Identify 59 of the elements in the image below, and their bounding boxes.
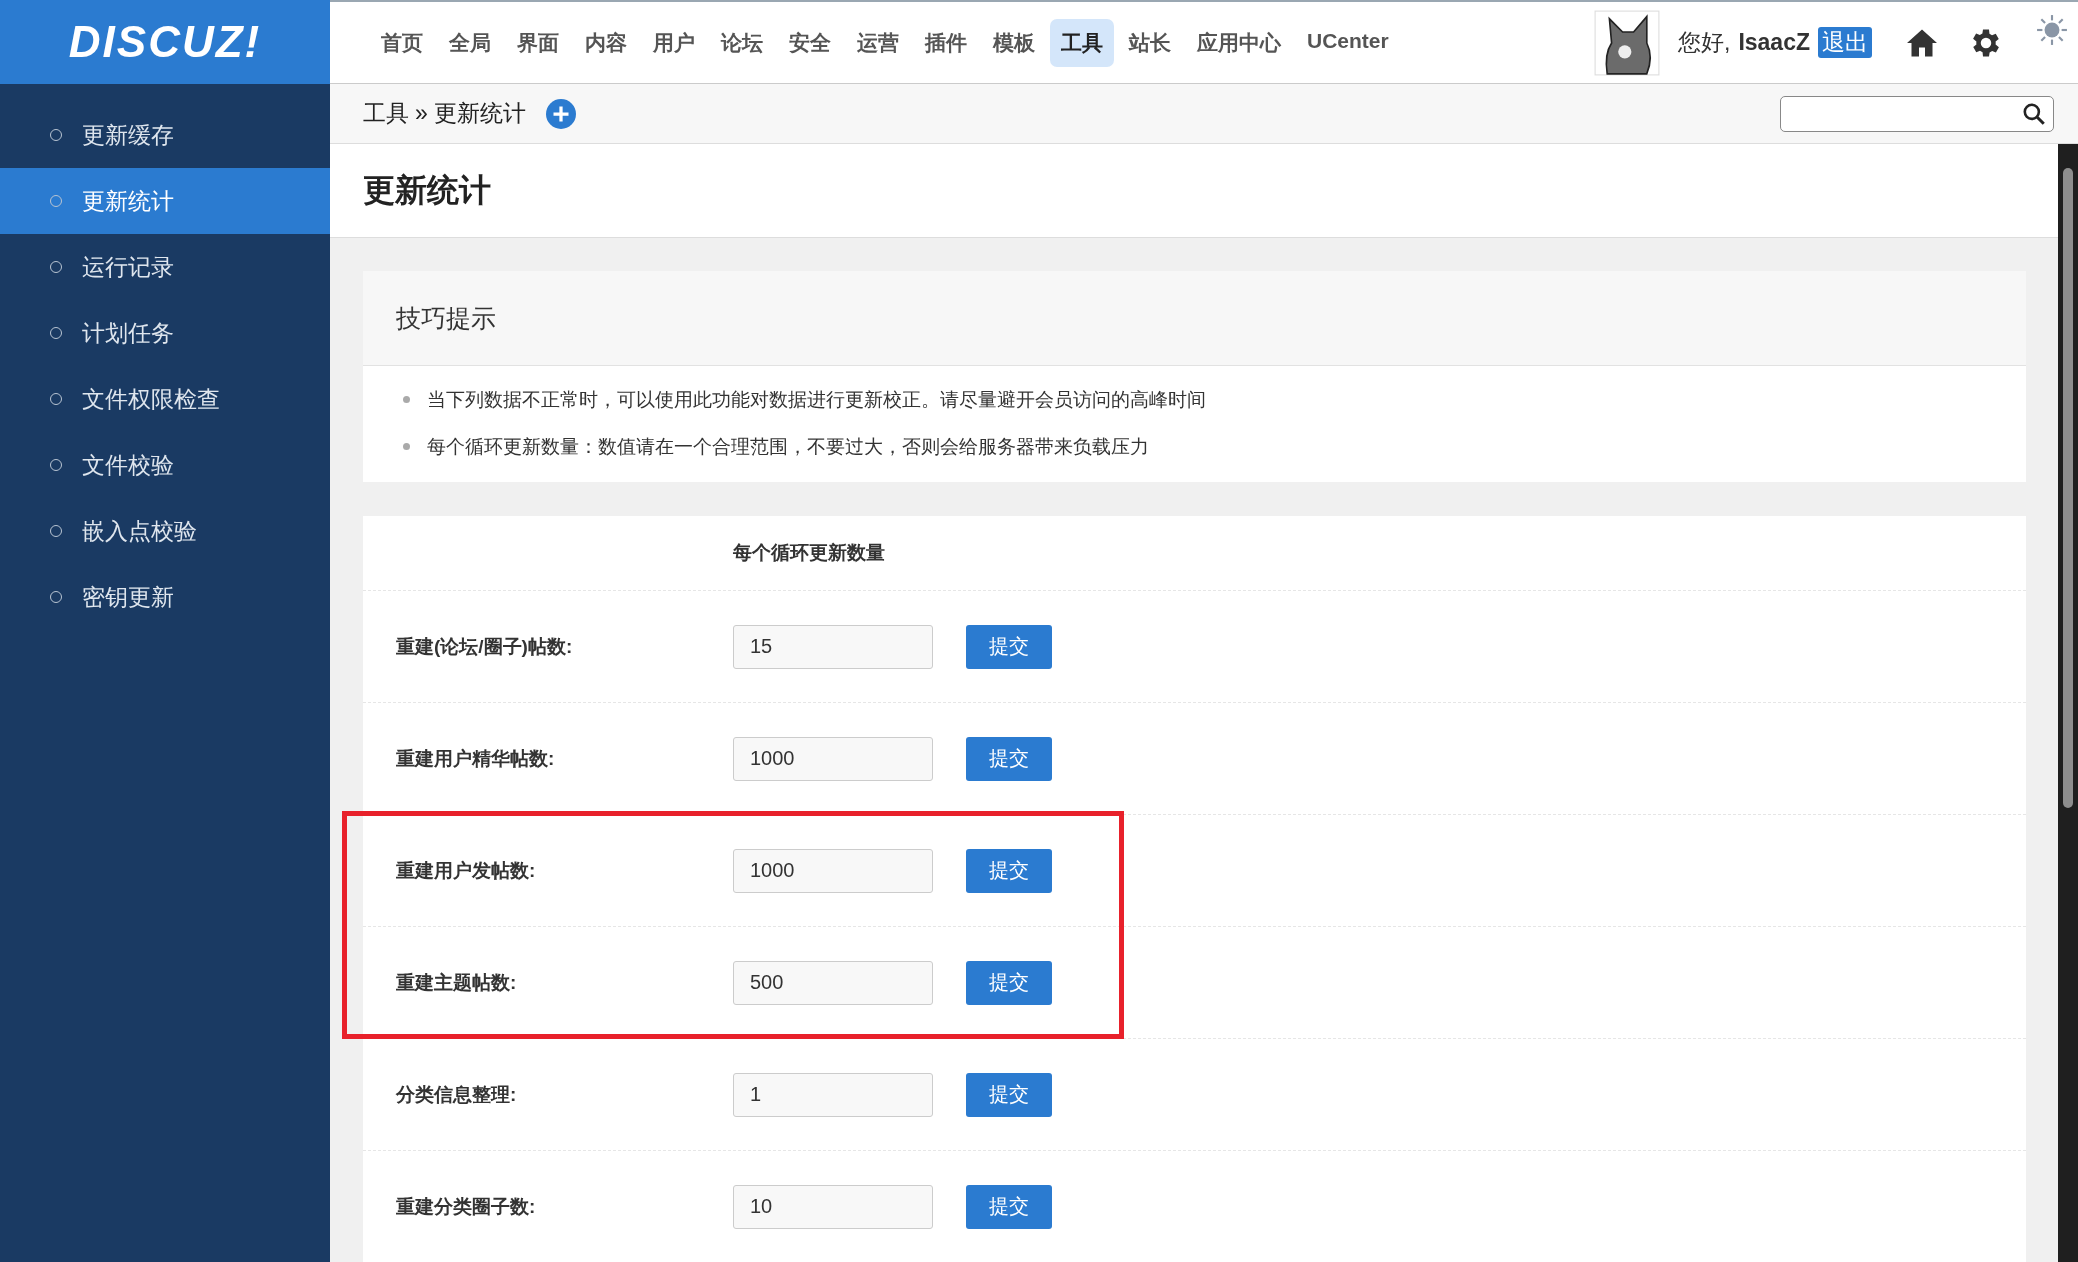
row-label: 重建(论坛/圈子)帖数:	[396, 634, 574, 659]
username: IsaacZ	[1738, 29, 1810, 56]
avatar-icon	[1594, 9, 1660, 76]
nav-tab[interactable]: 站长	[1118, 18, 1182, 67]
nav-tab[interactable]: 界面	[506, 18, 570, 67]
nav-tab[interactable]: 安全	[778, 18, 842, 67]
sidebar-item[interactable]: 密钥更新	[0, 564, 330, 630]
nav-tab[interactable]: 全局	[438, 18, 502, 67]
bullet-icon	[403, 443, 410, 450]
scrollbar-thumb[interactable]	[2063, 168, 2073, 808]
nav-tab[interactable]: 内容	[574, 18, 638, 67]
nav-tab[interactable]: 应用中心	[1186, 18, 1292, 67]
submit-button[interactable]: 提交	[966, 960, 1052, 1005]
breadcrumb-separator: »	[415, 100, 428, 127]
submit-button[interactable]: 提交	[966, 624, 1052, 669]
sidebar-item[interactable]: 文件校验	[0, 432, 330, 498]
sidebar-item[interactable]: 运行记录	[0, 234, 330, 300]
theme-toggle-icon[interactable]	[2036, 14, 2068, 46]
submit-button[interactable]: 提交	[966, 1184, 1052, 1229]
sidebar-item[interactable]: 嵌入点校验	[0, 498, 330, 564]
greeting-text: 您好,	[1678, 28, 1731, 57]
nav-tab[interactable]: UCenter	[1296, 18, 1400, 67]
row-label: 重建分类圈子数:	[396, 1194, 537, 1219]
row-label: 重建用户精华帖数:	[396, 746, 556, 771]
tip-text: 每个循环更新数量：数值请在一个合理范围，不要过大，否则会给服务器带来负载压力	[427, 434, 1149, 459]
sidebar-item[interactable]: 更新缓存	[0, 102, 330, 168]
number-field[interactable]: 500	[733, 960, 933, 1005]
nav-tab[interactable]: 模板	[982, 18, 1046, 67]
add-icon[interactable]	[545, 98, 576, 129]
page-title: 更新统计	[363, 170, 491, 210]
sidebar-item[interactable]: 更新统计	[0, 168, 330, 234]
nav-tab[interactable]: 首页	[370, 18, 434, 67]
column-header: 每个循环更新数量	[733, 541, 886, 565]
breadcrumb-link[interactable]: 工具	[363, 98, 409, 129]
sidebar-item[interactable]: 计划任务	[0, 300, 330, 366]
number-field[interactable]: 1000	[733, 736, 933, 781]
bullet-icon	[403, 396, 410, 403]
row-label: 分类信息整理:	[396, 1082, 518, 1107]
tip-text: 当下列数据不正常时，可以使用此功能对数据进行更新校正。请尽量避开会员访问的高峰时间	[427, 387, 1206, 412]
row-label: 重建用户发帖数:	[396, 858, 537, 883]
nav-tab[interactable]: 工具	[1050, 18, 1114, 67]
submit-button[interactable]: 提交	[966, 1072, 1052, 1117]
row-label: 重建主题帖数:	[396, 970, 518, 995]
logout-link[interactable]: 退出	[1818, 27, 1872, 58]
sidebar-item[interactable]: 文件权限检查	[0, 366, 330, 432]
nav-tab[interactable]: 插件	[914, 18, 978, 67]
tips-title: 技巧提示	[363, 271, 2026, 366]
submit-button[interactable]: 提交	[966, 736, 1052, 781]
search-field[interactable]	[1780, 95, 2054, 132]
nav-tab[interactable]: 论坛	[710, 18, 774, 67]
number-field[interactable]: 10	[733, 1184, 933, 1229]
nav-tab[interactable]: 运营	[846, 18, 910, 67]
submit-button[interactable]: 提交	[966, 848, 1052, 893]
number-field[interactable]: 1000	[733, 848, 933, 893]
number-field[interactable]: 15	[733, 624, 933, 669]
number-field[interactable]: 1	[733, 1072, 933, 1117]
breadcrumb-current: 更新统计	[433, 99, 526, 128]
nav-tab[interactable]: 用户	[642, 18, 706, 67]
logo[interactable]: DISCUZ!	[68, 17, 262, 67]
